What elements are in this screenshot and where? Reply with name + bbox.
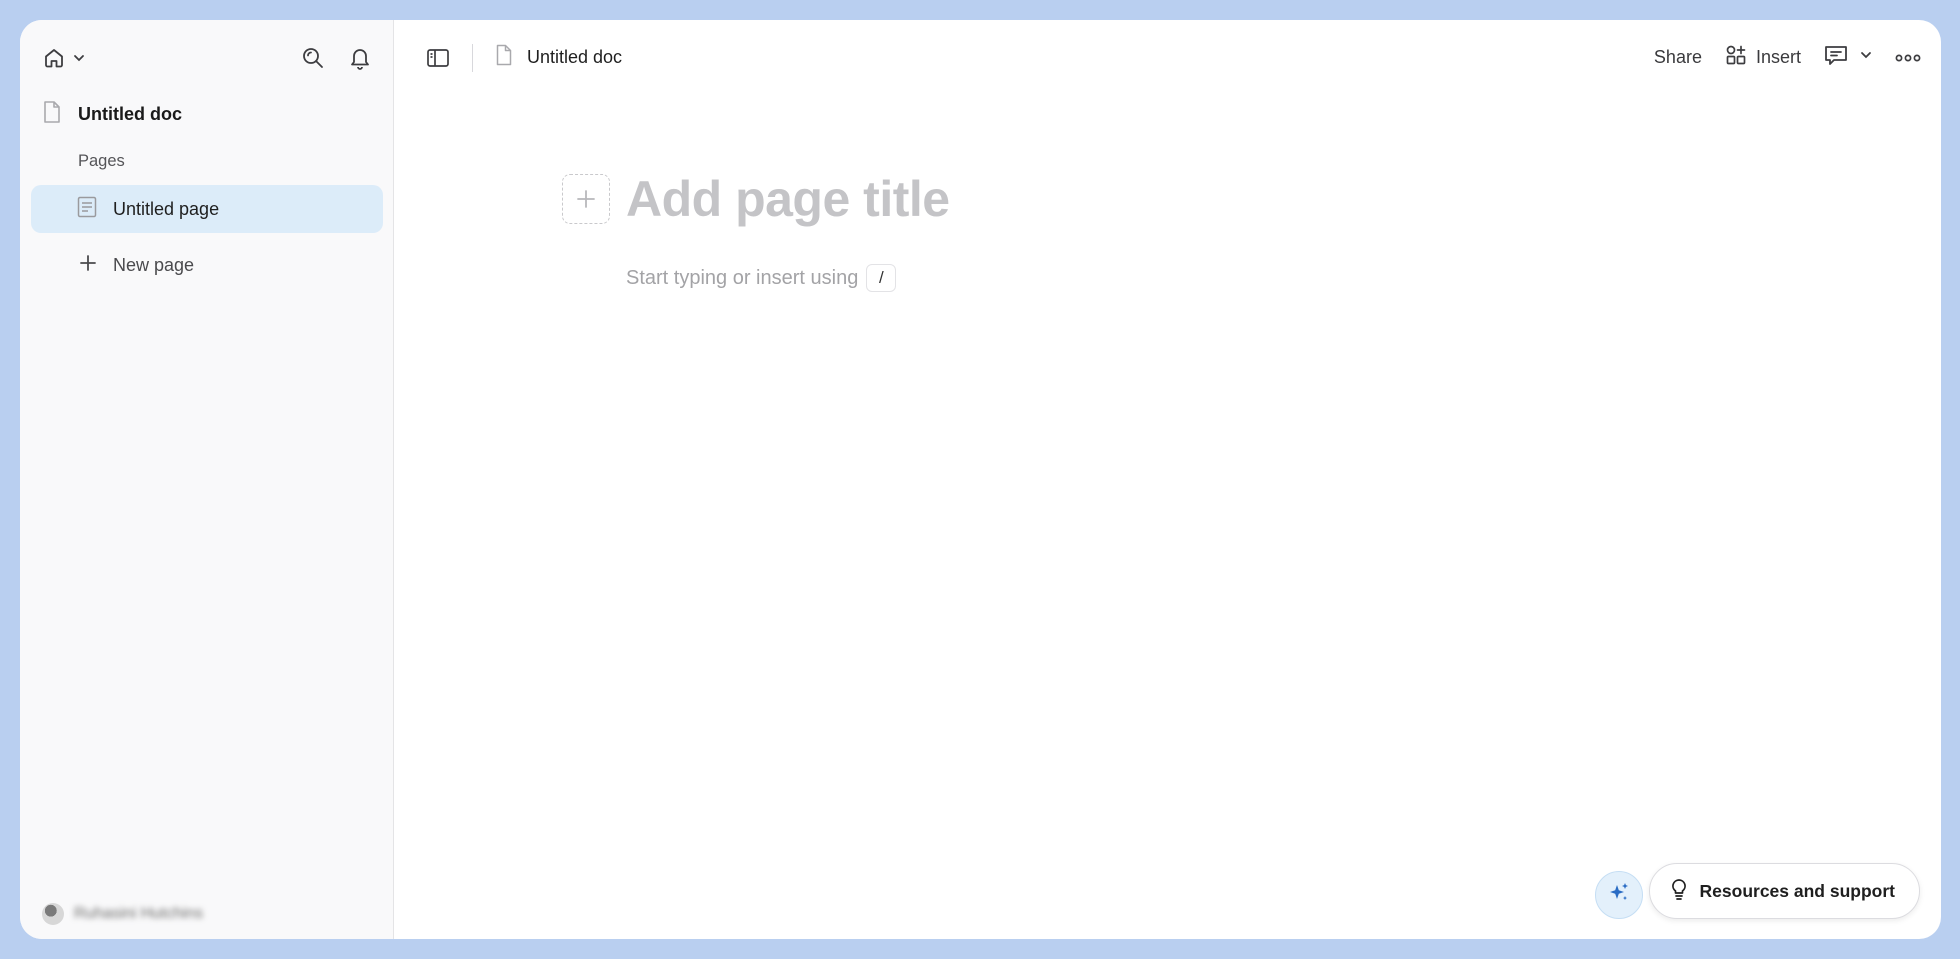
insert-label: Insert: [1755, 47, 1801, 67]
home-icon[interactable]: [42, 46, 66, 70]
breadcrumb: Untitled doc: [495, 44, 622, 71]
app-window: Untitled doc Pages Untitled page New pag…: [20, 20, 1941, 939]
sidebar-item-label: Untitled page: [113, 198, 220, 219]
home-menu[interactable]: [42, 46, 86, 70]
plus-icon: [79, 254, 97, 277]
chevron-down-icon: [1859, 48, 1873, 67]
insert-icon: [1724, 43, 1748, 72]
share-button[interactable]: Share: [1654, 47, 1702, 68]
bell-icon[interactable]: [348, 45, 372, 71]
user-profile[interactable]: Ruhasini Hutchins: [42, 903, 203, 925]
sidebar-doc-title: Untitled doc: [78, 103, 182, 124]
sidebar: Untitled doc Pages Untitled page New pag…: [20, 20, 394, 939]
top-actions: Share Insert: [1654, 43, 1921, 72]
slash-key-chip: /: [866, 264, 897, 292]
search-icon[interactable]: [300, 45, 326, 71]
sidebar-toggle-icon[interactable]: [426, 47, 450, 69]
main-area: Untitled doc Share Insert Add page title…: [394, 20, 1941, 939]
new-page-label: New page: [113, 254, 195, 275]
pages-section-label: Pages: [78, 152, 125, 170]
user-name: Ruhasini Hutchins: [74, 905, 203, 922]
sidebar-doc-title-row[interactable]: Untitled doc: [20, 95, 393, 133]
comments-menu[interactable]: [1823, 43, 1873, 72]
lightbulb-icon: [1670, 878, 1688, 905]
page-icon: [77, 196, 97, 223]
sparkle-icon: [1606, 880, 1632, 911]
topbar-divider: [472, 43, 473, 72]
topbar: Untitled doc Share Insert: [394, 20, 1941, 95]
add-page-icon-button[interactable]: [562, 174, 610, 224]
breadcrumb-doc-title[interactable]: Untitled doc: [527, 47, 622, 68]
more-options-icon[interactable]: [1895, 53, 1921, 63]
sidebar-header: [20, 20, 393, 95]
chevron-down-icon[interactable]: [72, 51, 86, 65]
resources-support-label: Resources and support: [1699, 880, 1895, 901]
comment-icon: [1823, 43, 1849, 72]
insert-button[interactable]: Insert: [1724, 43, 1801, 72]
doc-icon: [42, 100, 62, 129]
body-placeholder-text: Start typing or insert using: [626, 266, 859, 289]
editor: Add page title Start typing or insert us…: [562, 170, 950, 292]
resources-support-button[interactable]: Resources and support: [1648, 863, 1920, 919]
avatar: [42, 903, 64, 925]
doc-icon: [495, 44, 513, 71]
sidebar-item-untitled-page[interactable]: Untitled page: [31, 185, 383, 233]
new-page-button[interactable]: New page: [31, 245, 383, 285]
body-placeholder[interactable]: Start typing or insert using /: [626, 264, 950, 292]
ai-assistant-button[interactable]: [1595, 871, 1643, 919]
title-row: Add page title: [562, 170, 950, 228]
page-title-input[interactable]: Add page title: [626, 170, 950, 228]
